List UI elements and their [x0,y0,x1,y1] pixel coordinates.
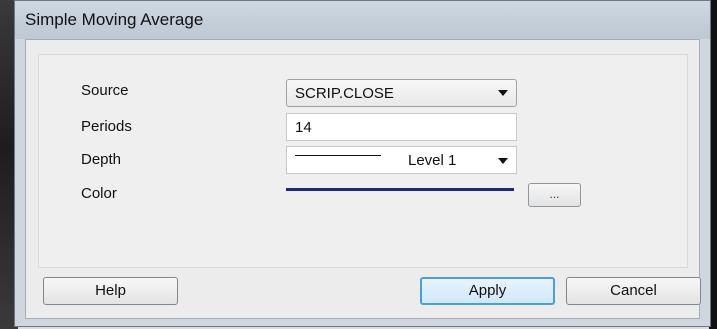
depth-selected-value: Level 1 [408,152,457,169]
source-selected-value: SCRIP.CLOSE [295,85,394,102]
chevron-down-icon [498,158,508,164]
help-button-label: Help [95,282,126,299]
line-depth-preview [295,155,381,156]
color-label: Color [81,185,117,202]
periods-value: 14 [295,119,312,136]
settings-panel: Source SCRIP.CLOSE Periods 14 Depth Leve… [38,54,688,268]
chevron-down-icon [498,90,508,96]
color-preview-line [286,188,514,191]
cancel-button[interactable]: Cancel [566,277,701,305]
simple-moving-average-dialog: Simple Moving Average Source SCRIP.CLOSE… [14,0,711,327]
color-picker-button[interactable]: ... [528,183,581,207]
apply-button[interactable]: Apply [420,277,555,305]
title-bar[interactable]: Simple Moving Average [15,1,710,39]
dialog-client-area: Source SCRIP.CLOSE Periods 14 Depth Leve… [25,39,701,319]
depth-label: Depth [81,151,122,168]
periods-label: Periods [81,118,132,135]
periods-input[interactable]: 14 [286,113,517,141]
dialog-title: Simple Moving Average [25,10,204,29]
depth-dropdown[interactable]: Level 1 [286,146,517,174]
source-dropdown[interactable]: SCRIP.CLOSE [286,79,517,107]
cancel-button-label: Cancel [610,282,657,299]
help-button[interactable]: Help [43,277,178,305]
source-label: Source [81,82,129,99]
